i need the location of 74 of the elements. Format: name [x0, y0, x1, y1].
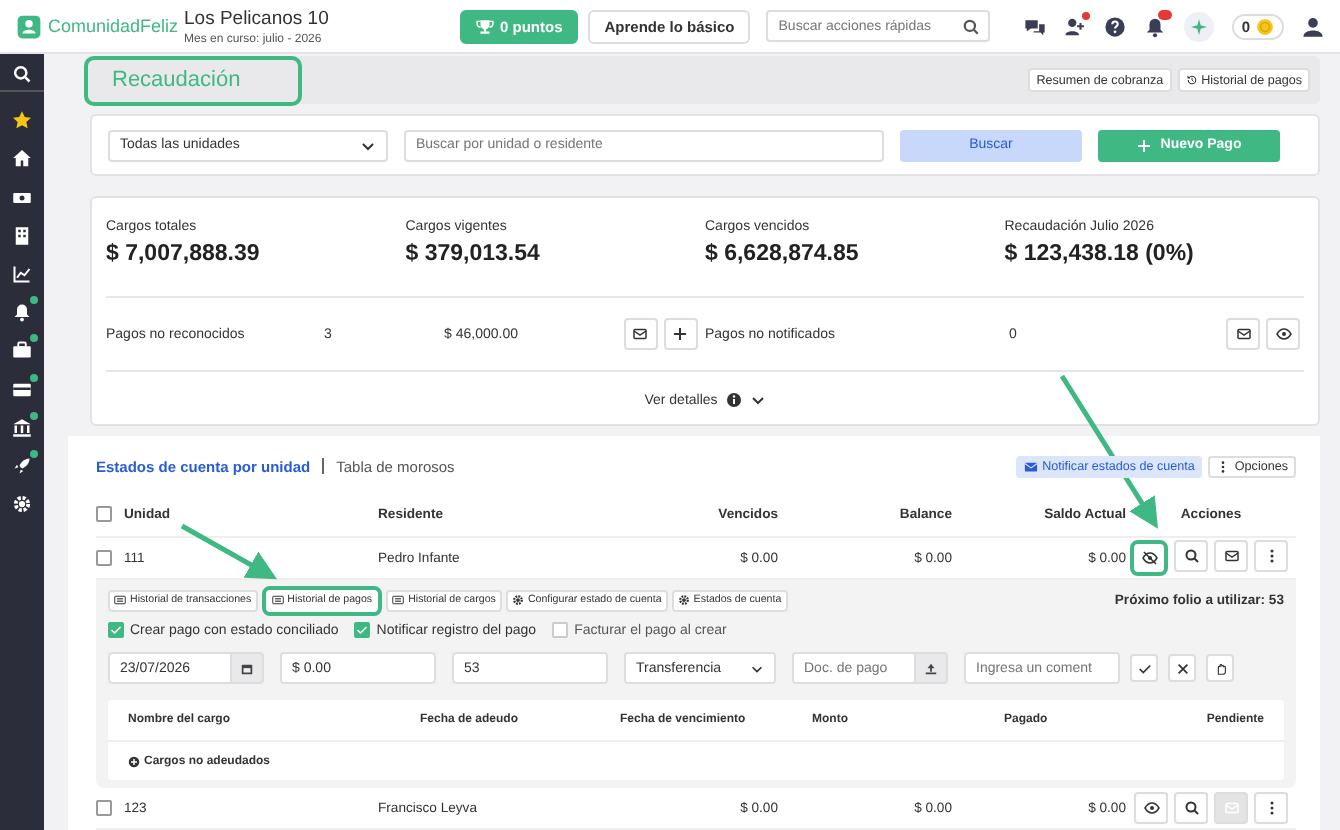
- cancel-button[interactable]: [1168, 654, 1196, 682]
- list-icon: [392, 594, 405, 606]
- logo-icon: [16, 13, 42, 39]
- row-checkbox[interactable]: [96, 800, 112, 816]
- plus-icon: [672, 326, 688, 342]
- upload-icon: [924, 661, 938, 675]
- briefcase-icon[interactable]: [12, 340, 32, 361]
- add-user-icon[interactable]: [1063, 15, 1086, 37]
- search-icon: [962, 18, 981, 36]
- confirm-button[interactable]: [1130, 654, 1158, 682]
- eye-icon: [1275, 326, 1291, 342]
- calendar-button[interactable]: [232, 652, 264, 684]
- rocket-icon[interactable]: [12, 455, 32, 476]
- option-checkbox[interactable]: [354, 622, 371, 638]
- mail-button[interactable]: [623, 318, 657, 350]
- add-button[interactable]: [663, 318, 697, 350]
- search-button[interactable]: [1174, 792, 1208, 824]
- search-icon: [1183, 800, 1199, 816]
- calendar-icon: [240, 661, 254, 675]
- stat-value: $ 123,438.18 (0%): [1004, 242, 1196, 266]
- row-checkbox[interactable]: [96, 550, 112, 566]
- view-button[interactable]: [1266, 318, 1300, 350]
- history-icon: [1185, 74, 1198, 86]
- settings-icon[interactable]: [12, 494, 32, 515]
- close-icon: [1175, 661, 1189, 675]
- credit-card-icon[interactable]: [12, 379, 32, 399]
- search-button[interactable]: [1174, 540, 1208, 572]
- caret-icon: [750, 661, 764, 675]
- star-icon[interactable]: [12, 110, 32, 131]
- eye-slash-icon: [1141, 550, 1157, 566]
- help-icon[interactable]: [1103, 15, 1126, 37]
- check-icon: [1137, 661, 1151, 675]
- mail-icon: [1235, 326, 1251, 342]
- mail-button[interactable]: [1214, 540, 1248, 572]
- search-icon: [1183, 548, 1199, 564]
- cash-icon[interactable]: [12, 187, 32, 208]
- stat-value: $ 379,013.54: [405, 242, 542, 266]
- settings-icon: [511, 594, 524, 606]
- coin-icon: [1256, 17, 1274, 35]
- eye-button[interactable]: [1134, 792, 1168, 824]
- eye-icon: [1143, 800, 1159, 816]
- upload-button[interactable]: [916, 652, 948, 684]
- building-icon[interactable]: [12, 225, 32, 246]
- brand-name: ComunidadFeliz: [48, 16, 179, 36]
- trophy-icon: [476, 17, 494, 35]
- bell-icon[interactable]: [12, 302, 32, 323]
- list-icon: [271, 594, 284, 606]
- home-icon[interactable]: [12, 148, 32, 169]
- option-checkbox[interactable]: [108, 622, 124, 638]
- stat-value: $ 7,007,888.39: [106, 242, 262, 266]
- mail-icon: [1223, 548, 1239, 564]
- plus-icon: [1136, 137, 1153, 153]
- annotation-arrow: [180, 523, 278, 580]
- plus-circle-icon: [128, 755, 140, 767]
- settings-icon: [677, 594, 690, 606]
- community-name: Los Pelicanos 10: [184, 7, 331, 29]
- mail-button[interactable]: [1226, 318, 1260, 350]
- caret-icon: [749, 392, 766, 408]
- mail-icon: [1024, 459, 1039, 473]
- bell-icon[interactable]: [1143, 15, 1166, 37]
- bank-icon[interactable]: [12, 417, 32, 438]
- caret-icon: [360, 137, 376, 153]
- chat-icon[interactable]: [1023, 15, 1046, 37]
- mail-icon: [1223, 800, 1239, 816]
- stat-value: $ 6,628,874.85: [705, 242, 861, 266]
- user-icon[interactable]: [1302, 15, 1324, 37]
- mail-icon: [632, 326, 648, 342]
- eye-slash-button[interactable]: [1130, 540, 1168, 576]
- line-chart-icon[interactable]: [12, 263, 32, 284]
- list-icon: [114, 594, 126, 606]
- select-all-checkbox[interactable]: [96, 506, 112, 522]
- page-title: Recaudación: [84, 55, 302, 105]
- option-checkbox[interactable]: [552, 622, 569, 638]
- info-icon: [725, 392, 742, 408]
